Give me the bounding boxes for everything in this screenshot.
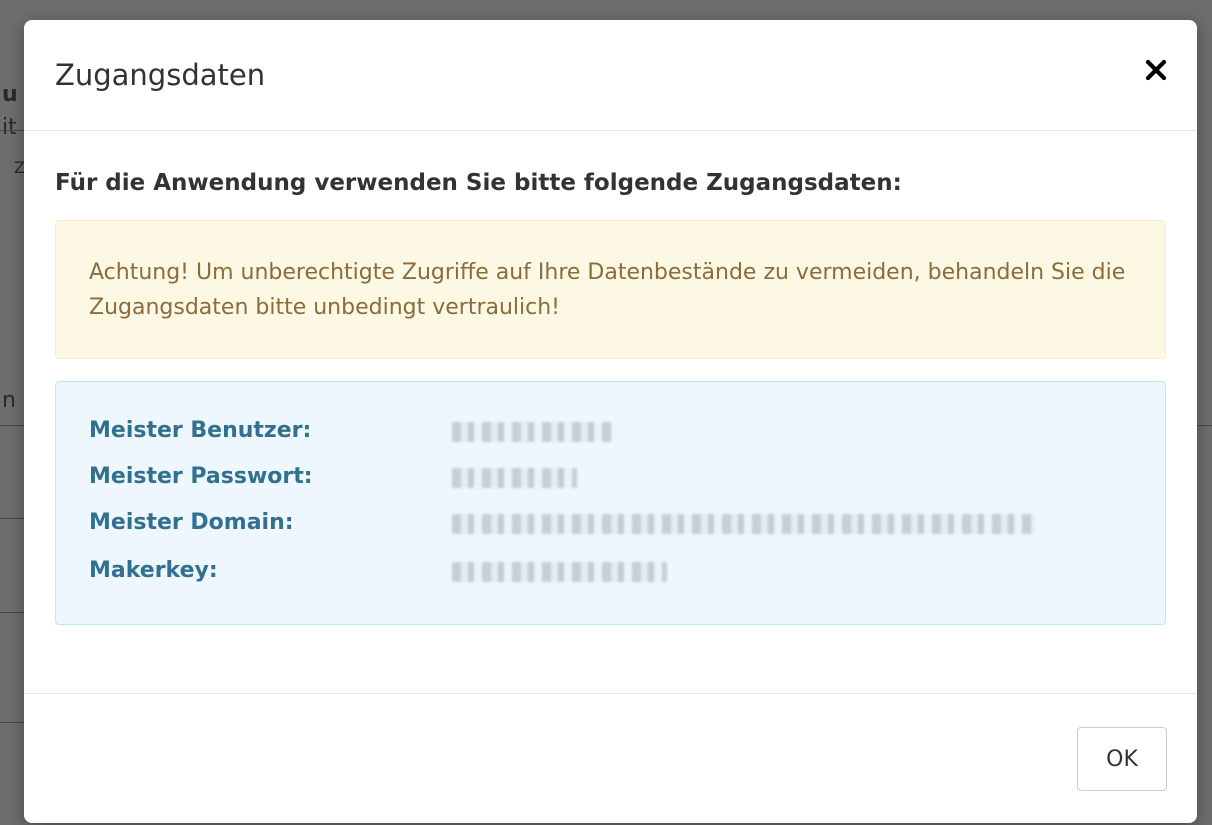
credential-value-obscured — [452, 468, 577, 488]
background-text-fragment: n — [2, 388, 16, 413]
dialog-header: Zugangsdaten — [24, 20, 1197, 131]
credential-label: Makerkey: — [89, 558, 218, 583]
credential-value-obscured — [452, 514, 1034, 534]
close-button[interactable] — [1139, 50, 1173, 90]
close-icon — [1145, 59, 1167, 81]
background-text-fragment: it — [2, 115, 17, 140]
ok-button[interactable]: OK — [1077, 727, 1167, 791]
warning-alert: Achtung! Um unberechtigte Zugriffe auf I… — [55, 220, 1166, 359]
background-divider — [0, 722, 24, 723]
background-divider — [0, 518, 24, 519]
background-divider — [0, 425, 24, 426]
credential-label: Meister Domain: — [89, 510, 294, 535]
credentials-dialog: Zugangsdaten Für die Anwendung verwenden… — [24, 20, 1197, 823]
credential-label: Meister Benutzer: — [89, 418, 312, 443]
background-divider — [0, 130, 24, 131]
dialog-intro-text: Für die Anwendung verwenden Sie bitte fo… — [55, 170, 902, 196]
dialog-footer: OK — [24, 693, 1197, 824]
credential-label: Meister Passwort: — [89, 464, 313, 489]
credential-value-obscured — [452, 562, 667, 582]
credential-value-obscured — [452, 422, 612, 442]
background-divider — [0, 612, 24, 613]
background-divider — [1197, 425, 1212, 426]
background-text-fragment: u — [2, 82, 18, 107]
dialog-title: Zugangsdaten — [55, 58, 266, 92]
credentials-panel: Meister Benutzer: Meister Passwort: Meis… — [55, 381, 1166, 625]
